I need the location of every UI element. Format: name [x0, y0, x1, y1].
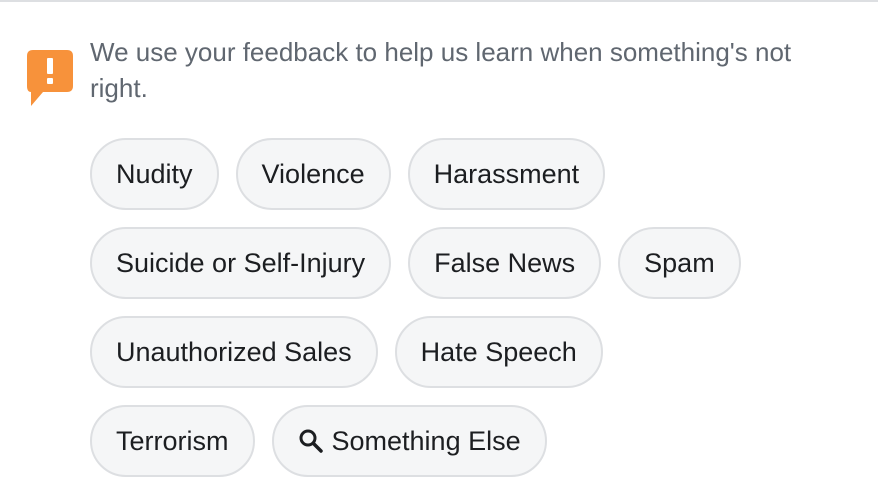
- chip-label: Spam: [644, 247, 715, 278]
- feedback-message: We use your feedback to help us learn wh…: [90, 37, 792, 103]
- chip-label: Something Else: [331, 425, 521, 456]
- chip-false-news[interactable]: False News: [408, 227, 602, 299]
- top-divider: [0, 0, 878, 2]
- chip-terrorism[interactable]: Terrorism: [90, 405, 255, 477]
- chip-harassment[interactable]: Harassment: [407, 138, 606, 210]
- chip-hate-speech[interactable]: Hate Speech: [394, 316, 603, 388]
- chip-row: Suicide or Self-Injury False News Spam: [90, 227, 850, 299]
- chip-unauthorized-sales[interactable]: Unauthorized Sales: [90, 316, 378, 388]
- chip-suicide-or-self-injury[interactable]: Suicide or Self-Injury: [90, 227, 392, 299]
- chip-label: Violence: [261, 158, 365, 189]
- chip-label: Hate Speech: [420, 336, 577, 367]
- report-category-chips: Nudity Violence Harassment Suicide or Se…: [90, 138, 850, 477]
- chip-row: Nudity Violence Harassment: [90, 138, 850, 210]
- feedback-alert-icon: [27, 50, 73, 110]
- chip-label: Harassment: [433, 158, 580, 189]
- chip-row: Terrorism Something Else: [90, 405, 850, 477]
- chip-spam[interactable]: Spam: [618, 227, 741, 299]
- chip-something-else[interactable]: Something Else: [271, 405, 547, 477]
- chip-label: Nudity: [116, 158, 193, 189]
- chip-violence[interactable]: Violence: [235, 138, 391, 210]
- chip-label: False News: [434, 247, 576, 278]
- search-icon: [298, 428, 324, 454]
- chip-nudity[interactable]: Nudity: [90, 138, 219, 210]
- chip-row: Unauthorized Sales Hate Speech: [90, 316, 850, 388]
- chip-label: Unauthorized Sales: [116, 336, 352, 367]
- chip-label: Suicide or Self-Injury: [116, 247, 366, 278]
- chip-label: Terrorism: [116, 425, 229, 456]
